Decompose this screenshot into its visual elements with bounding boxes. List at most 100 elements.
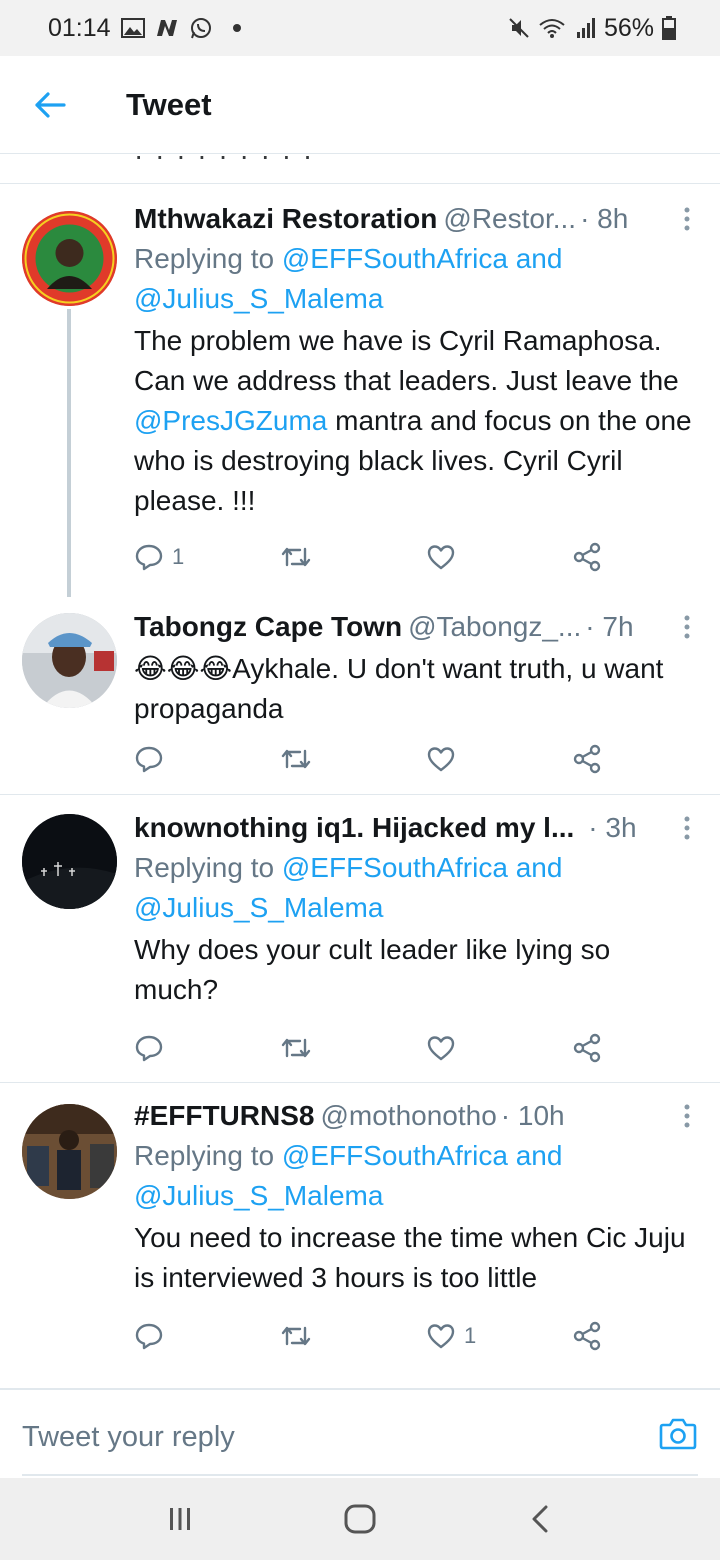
reply-button[interactable] xyxy=(134,745,280,773)
tweet-handle[interactable]: @Restor... xyxy=(443,203,576,235)
n-app-icon xyxy=(155,18,179,38)
replying-to: Replying to @EFFSouthAfrica and @Julius_… xyxy=(134,1140,563,1211)
more-vertical-icon xyxy=(684,207,690,231)
reply-button[interactable]: 1 xyxy=(134,543,280,571)
reply-icon xyxy=(135,1323,163,1350)
mention-link[interactable]: @PresJGZuma xyxy=(134,405,327,436)
share-icon xyxy=(573,1033,601,1063)
tweet-actions xyxy=(134,739,614,779)
tweet-time: · 8h xyxy=(580,203,629,234)
thread-line xyxy=(67,309,71,597)
more-vertical-icon xyxy=(684,615,690,639)
like-button[interactable]: 1 xyxy=(426,1322,572,1350)
tweet-handle[interactable]: @Tabongz_... xyxy=(408,611,581,643)
more-options-button[interactable] xyxy=(672,1104,702,1128)
like-icon xyxy=(427,545,455,570)
recent-apps-icon xyxy=(170,1508,190,1530)
recent-apps-button[interactable] xyxy=(150,1489,210,1549)
nav-back-button[interactable] xyxy=(510,1489,570,1549)
tweet-time: · 7h xyxy=(585,611,634,642)
retweet-icon xyxy=(281,1326,311,1346)
gallery-icon xyxy=(120,18,145,38)
signal-icon xyxy=(576,17,596,39)
mention-link[interactable]: @EFFSouthAfrica xyxy=(282,852,508,883)
retweet-icon xyxy=(281,749,311,769)
reply-underline xyxy=(22,1474,698,1476)
home-button[interactable] xyxy=(330,1489,390,1549)
tweet-text: Why does your cult leader like lying so … xyxy=(134,934,611,1005)
share-button[interactable] xyxy=(572,542,602,572)
share-button[interactable] xyxy=(572,1321,602,1351)
tweet-text: The problem we have is Cyril Ramaphosa. … xyxy=(134,325,692,516)
reply-count: 1 xyxy=(172,544,185,569)
share-icon xyxy=(573,1321,601,1351)
reply-icon xyxy=(135,746,163,773)
status-time: 01:14 xyxy=(48,13,111,42)
like-icon xyxy=(427,1324,455,1349)
retweet-button[interactable] xyxy=(280,1324,426,1348)
home-icon xyxy=(344,1504,376,1534)
share-button[interactable] xyxy=(572,1033,602,1063)
mute-icon xyxy=(508,17,530,39)
status-bar: 01:14 56% xyxy=(0,0,720,56)
avatar[interactable] xyxy=(22,613,117,708)
reply-button[interactable] xyxy=(134,1322,280,1350)
reply-input[interactable] xyxy=(22,1412,582,1462)
previous-tweet-remnant: · · · · · · · · · xyxy=(0,154,720,184)
tweet-actions xyxy=(134,1028,614,1068)
more-vertical-icon xyxy=(684,1104,690,1128)
back-button[interactable] xyxy=(20,75,80,135)
retweet-icon xyxy=(281,547,311,567)
mention-link[interactable]: @EFFSouthAfrica xyxy=(282,243,508,274)
reply-button[interactable] xyxy=(134,1034,280,1062)
share-icon xyxy=(573,542,601,572)
more-options-button[interactable] xyxy=(672,816,702,840)
whatsapp-icon xyxy=(189,16,213,40)
camera-button[interactable] xyxy=(658,1414,698,1454)
tweet-author-name[interactable]: Tabongz Cape Town xyxy=(134,611,402,643)
battery-icon xyxy=(662,16,676,40)
retweet-button[interactable] xyxy=(280,747,426,771)
avatar[interactable] xyxy=(22,1104,117,1199)
tweet-handle[interactable]: @mothonotho xyxy=(320,1100,496,1132)
tweet-time: · 10h xyxy=(500,1100,565,1131)
more-options-button[interactable] xyxy=(672,207,702,231)
replying-to: Replying to @EFFSouthAfrica and @Julius_… xyxy=(134,243,563,314)
camera-icon xyxy=(659,1418,697,1450)
share-button[interactable] xyxy=(572,744,602,774)
reply-bar xyxy=(0,1388,720,1476)
mention-link[interactable]: @Julius_S_Malema xyxy=(134,892,383,923)
retweet-button[interactable] xyxy=(280,1036,426,1060)
tweet-item[interactable]: #EFFTURNS8 @mothonotho · 10h Replying to… xyxy=(0,1084,720,1372)
avatar[interactable] xyxy=(22,211,117,306)
tweet-item[interactable]: Tabongz Cape Town @Tabongz_... · 7h 😂😂😂A… xyxy=(0,597,720,795)
tweet-author-name[interactable]: knownothing iq1. Hijacked my l... xyxy=(134,812,574,844)
share-icon xyxy=(573,744,601,774)
mention-link[interactable]: @EFFSouthAfrica xyxy=(282,1140,508,1171)
retweet-button[interactable] xyxy=(280,545,426,569)
more-options-button[interactable] xyxy=(672,615,702,639)
mention-link[interactable]: @Julius_S_Malema xyxy=(134,1180,383,1211)
wifi-icon xyxy=(538,17,568,39)
tweet-item[interactable]: Mthwakazi Restoration @Restor... · 8h Re… xyxy=(0,185,720,597)
like-count: 1 xyxy=(464,1323,477,1348)
retweet-icon xyxy=(281,1038,311,1058)
notification-dot-icon xyxy=(232,24,241,32)
like-button[interactable] xyxy=(426,543,572,571)
tweet-text: 😂😂😂Aykhale. U don't want truth, u want p… xyxy=(134,653,664,724)
like-button[interactable] xyxy=(426,1034,572,1062)
app-header: Tweet xyxy=(0,56,720,154)
tweet-author-name[interactable]: #EFFTURNS8 xyxy=(134,1100,314,1132)
like-icon xyxy=(427,1036,455,1061)
tweet-item[interactable]: knownothing iq1. Hijacked my l... · 3h R… xyxy=(0,796,720,1083)
avatar[interactable] xyxy=(22,814,117,909)
system-nav-bar xyxy=(0,1478,720,1560)
more-vertical-icon xyxy=(684,816,690,840)
like-icon xyxy=(427,747,455,772)
battery-percent: 56% xyxy=(603,13,654,42)
like-button[interactable] xyxy=(426,745,572,773)
back-icon xyxy=(532,1505,548,1533)
replying-to: Replying to @EFFSouthAfrica and @Julius_… xyxy=(134,852,563,923)
mention-link[interactable]: @Julius_S_Malema xyxy=(134,283,383,314)
tweet-author-name[interactable]: Mthwakazi Restoration xyxy=(134,203,437,235)
